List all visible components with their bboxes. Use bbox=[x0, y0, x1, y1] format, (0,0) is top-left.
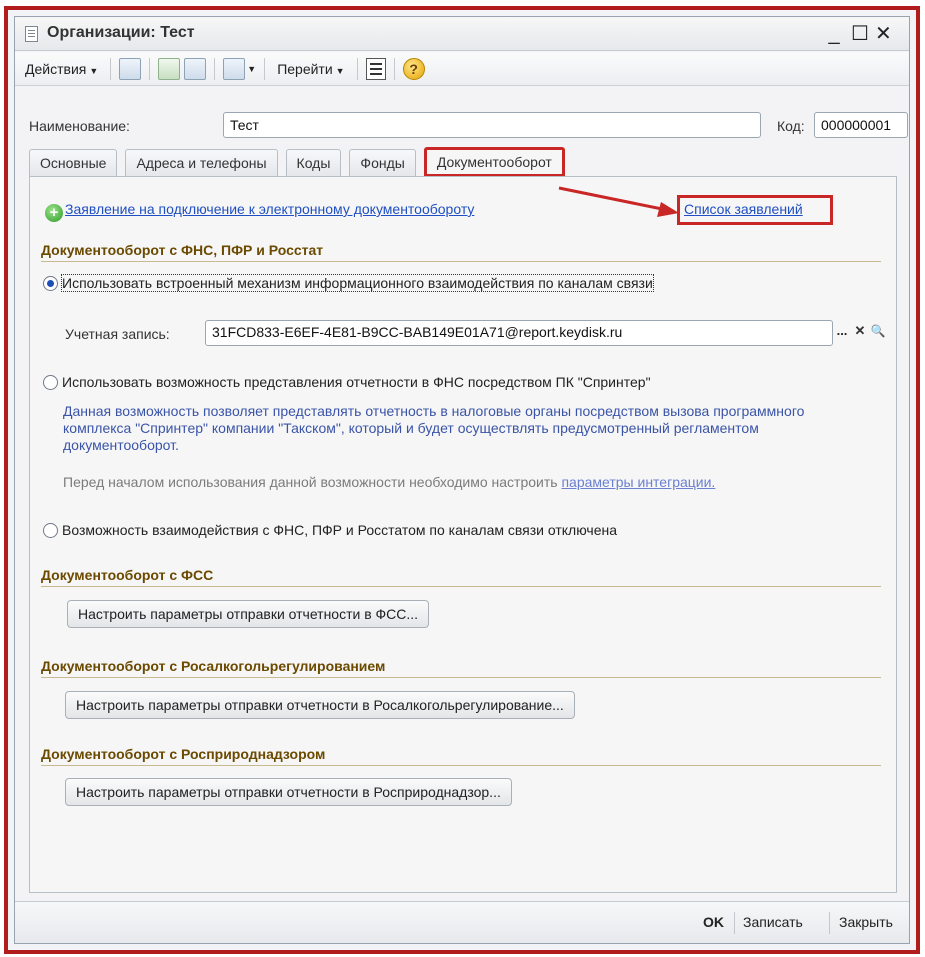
structure-list-icon[interactable] bbox=[365, 57, 386, 80]
radio-disabled[interactable] bbox=[43, 522, 58, 538]
window-controls: _☐✕ bbox=[827, 21, 899, 46]
toolbar-divider bbox=[264, 57, 266, 80]
window-title: Организации: Тест bbox=[47, 24, 195, 41]
nature-settings-button[interactable]: Настроить параметры отправки отчетности … bbox=[65, 778, 512, 806]
radio-sprinter-label: Использовать возможность представления о… bbox=[62, 374, 651, 390]
fss-settings-button[interactable]: Настроить параметры отправки отчетности … bbox=[67, 600, 430, 628]
integration-settings-link[interactable]: параметры интеграции. bbox=[561, 474, 715, 490]
section-nature-heading: Документооборот с Росприроднадзором bbox=[41, 746, 326, 762]
radio-sprinter-option[interactable]: Использовать возможность представления о… bbox=[43, 374, 651, 390]
tab-addresses[interactable]: Адреса и телефоны bbox=[125, 149, 278, 176]
application-link[interactable]: Заявление на подключение к электронному … bbox=[65, 201, 474, 217]
sprinter-description: Данная возможность позволяет представлят… bbox=[63, 403, 805, 453]
radio-disabled-label: Возможность взаимодействия с ФНС, ПФР и … bbox=[62, 522, 618, 538]
footer-divider bbox=[829, 912, 830, 934]
toolbar-divider bbox=[356, 57, 358, 80]
select-button[interactable]: ... bbox=[833, 321, 851, 343]
code-label: Код: bbox=[777, 118, 805, 134]
chevron-down-icon[interactable]: ▼ bbox=[247, 64, 256, 74]
help-icon[interactable]: ? bbox=[402, 57, 425, 80]
document-icon bbox=[25, 26, 38, 42]
search-icon[interactable]: 🔍 bbox=[869, 321, 887, 343]
organization-window: Организации: Тест _☐✕ Действия ▼ ▼ Перейт… bbox=[14, 16, 910, 944]
chevron-down-icon: ▼ bbox=[335, 65, 345, 76]
account-input[interactable]: 31FCD833-E6EF-4E81-B9CC-BAB149E01A71@rep… bbox=[205, 320, 833, 346]
radio-builtin-option[interactable]: Использовать встроенный механизм информа… bbox=[43, 274, 654, 292]
section-fns-heading: Документооборот с ФНС, ПФР и Росстат bbox=[41, 242, 324, 258]
screenshot-frame: Организации: Тест _☐✕ Действия ▼ ▼ Перейт… bbox=[4, 6, 920, 954]
tab-main[interactable]: Основные bbox=[29, 149, 118, 176]
radio-disabled-option[interactable]: Возможность взаимодействия с ФНС, ПФР и … bbox=[43, 522, 617, 538]
actions-menu-label: Действия bbox=[25, 60, 87, 77]
copy-icon[interactable] bbox=[184, 57, 207, 80]
sprinter-note: Перед началом использования данной возмо… bbox=[63, 474, 715, 490]
section-divider bbox=[41, 261, 881, 262]
ok-button[interactable]: OK bbox=[703, 914, 724, 930]
refresh-icon[interactable] bbox=[158, 57, 181, 80]
alco-settings-button[interactable]: Настроить параметры отправки отчетности … bbox=[65, 691, 575, 719]
toolbar-divider bbox=[110, 57, 112, 80]
section-divider bbox=[41, 586, 881, 587]
name-label: Наименование: bbox=[29, 118, 130, 134]
save-to-list-icon[interactable] bbox=[119, 57, 142, 80]
close-button[interactable]: Закрыть bbox=[839, 914, 893, 930]
section-fss-heading: Документооборот с ФСС bbox=[41, 567, 214, 583]
save-button[interactable]: Записать bbox=[743, 914, 803, 930]
applications-list-link[interactable]: Список заявлений bbox=[684, 201, 803, 217]
maximize-button[interactable]: ☐ bbox=[851, 21, 875, 46]
print-icon[interactable] bbox=[223, 57, 246, 80]
radio-sprinter[interactable] bbox=[43, 374, 58, 390]
radio-builtin[interactable] bbox=[43, 275, 58, 291]
toolbar: Действия ▼ ▼ Перейти ▼ ? bbox=[15, 52, 909, 86]
red-arrow-icon bbox=[558, 186, 679, 217]
goto-menu-label: Перейти bbox=[277, 60, 333, 77]
application-link-row: + Заявление на подключение к электронному… bbox=[45, 201, 474, 222]
toolbar-divider bbox=[149, 57, 151, 80]
chevron-down-icon: ▼ bbox=[89, 65, 99, 76]
actions-menu[interactable]: Действия ▼ bbox=[21, 59, 102, 79]
tab-codes[interactable]: Коды bbox=[285, 149, 342, 176]
tab-bar: Основные Адреса и телефоны Коды Фонды До… bbox=[29, 147, 573, 177]
add-icon[interactable]: + bbox=[45, 204, 63, 222]
tab-document-flow[interactable]: Документооборот bbox=[423, 147, 565, 177]
toolbar-divider bbox=[393, 57, 395, 80]
account-label: Учетная запись: bbox=[65, 326, 170, 342]
title-bar: Организации: Тест _☐✕ bbox=[15, 17, 909, 51]
bottom-bar: OK Записать Закрыть bbox=[15, 901, 909, 943]
close-window-button[interactable]: ✕ bbox=[875, 21, 899, 46]
sprinter-note-text: Перед началом использования данной возмо… bbox=[63, 474, 558, 490]
account-field-buttons: ... ✕ 🔍 bbox=[833, 321, 887, 343]
radio-builtin-label: Использовать встроенный механизм информа… bbox=[61, 274, 654, 292]
section-divider bbox=[41, 765, 881, 766]
tab-funds[interactable]: Фонды bbox=[349, 149, 416, 176]
clear-icon[interactable]: ✕ bbox=[851, 321, 869, 343]
section-divider bbox=[41, 677, 881, 678]
minimize-button[interactable]: _ bbox=[827, 23, 851, 46]
goto-menu[interactable]: Перейти ▼ bbox=[273, 59, 348, 79]
name-input[interactable]: Тест bbox=[223, 112, 761, 138]
toolbar-divider bbox=[214, 57, 216, 80]
code-input[interactable]: 000000001 bbox=[814, 112, 908, 138]
section-alco-heading: Документооборот с Росалкогольрегулирован… bbox=[41, 658, 386, 674]
footer-divider bbox=[734, 912, 735, 934]
